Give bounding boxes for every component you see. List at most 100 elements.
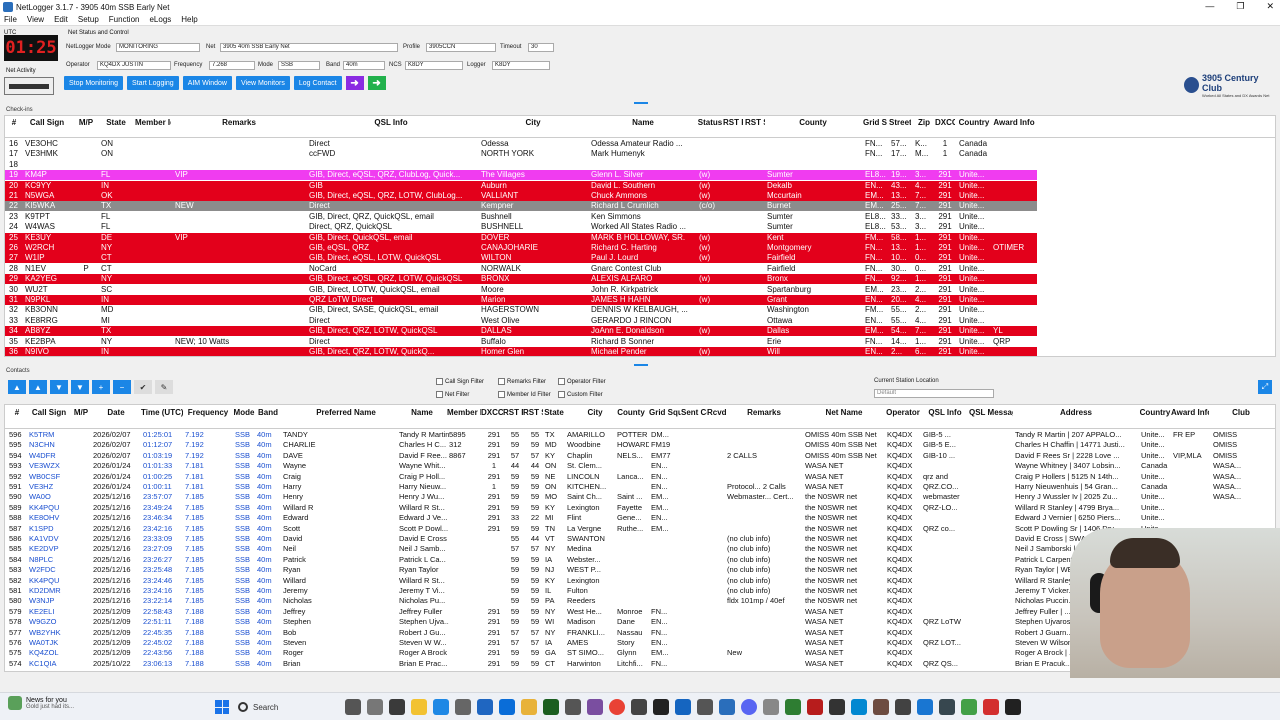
contacts-col-frequency[interactable]: Frequency [183,408,233,417]
remarks-filter[interactable]: Remarks Filter [498,378,546,385]
contact-row[interactable]: 595 N3CHN 2026/02/07 01:12:07 7.192 SSB 40m CHA… [5,440,1275,450]
call-sign-filter[interactable]: Call Sign Filter [436,378,484,385]
checkin-row[interactable]: 20 KC9YY IN GIB Auburn David L. Southern (w) De… [5,180,1037,191]
app-icon-7[interactable] [631,699,647,715]
checkin-row[interactable]: 36 N9IVO IN GIB, Direct, QRZ, LOTW, QuickQ.… [5,347,1037,356]
app-icon-3[interactable] [521,699,537,715]
contact-row[interactable]: 587 K1SPD 2025/12/16 23:42:16 7.185 SSB 40m Sco… [5,524,1275,534]
menu-edit[interactable]: Edit [54,15,68,24]
store-icon[interactable] [455,699,471,715]
mode-select[interactable]: MONITORING [116,43,200,52]
app-icon-14[interactable] [851,699,867,715]
app-icon-15[interactable] [873,699,889,715]
start-logging-button[interactable]: Start Logging [127,76,179,90]
contacts-col-qsl-info[interactable]: QSL Info [921,408,969,417]
contacts-col-preferred-name[interactable]: Preferred Name [281,408,411,417]
file-explorer-icon[interactable] [411,699,427,715]
contacts-col-sent-conf-by[interactable]: Sent Conf By [681,408,707,417]
checkins-col-dxcc[interactable]: DXCC [935,118,955,127]
contacts-col-county[interactable]: County [615,408,647,417]
ncs-field[interactable]: K8DY [405,61,463,70]
menu-setup[interactable]: Setup [78,15,99,24]
operator-field[interactable]: KQ4DX JUSTIN [97,61,171,70]
checkins-col-county[interactable]: County [765,118,861,127]
contact-row[interactable]: 590 WA0O 2025/12/16 23:57:07 7.185 SSB 40m Henr… [5,492,1275,502]
app-icon-17[interactable] [917,699,933,715]
checkins-col-name[interactable]: Name [589,118,697,127]
checkin-row[interactable]: 30 WU2T SC GIB, Direct, LOTW, QuickQSL, ema… [5,285,1037,295]
discord-icon[interactable] [741,699,757,715]
menu-function[interactable]: Function [109,15,140,24]
checkin-row[interactable]: 25 KE3UY DE VIP GIB, Direct, QuickQSL, email… [5,232,1037,243]
checkins-col-remarks[interactable]: Remarks [173,118,305,127]
app-icon-5[interactable] [565,699,581,715]
contact-row[interactable]: 592 WB0CSF 2026/01/24 01:00:25 7.181 SSB 40m Cr… [5,472,1275,482]
edge-icon[interactable] [433,699,449,715]
contacts-col-m-p[interactable]: M/P [71,408,91,417]
checkins-col-col[interactable]: # [7,118,21,127]
contacts-col-member-id[interactable]: Member Id [447,408,481,417]
checkins-col-state[interactable]: State [99,118,133,127]
move-down-icon[interactable]: ▼ [50,380,68,394]
operator-filter[interactable]: Operator Filter [558,378,606,385]
contact-row[interactable]: 594 W4DFR 2026/02/07 01:03:19 7.192 SSB 40m DAV… [5,451,1275,461]
checkin-row[interactable]: 27 W1IP CT GIB, Direct, eQSL, LOTW, QuickQS… [5,253,1037,264]
checkins-col-country[interactable]: Country [957,118,991,127]
app-icon-21[interactable] [1005,699,1021,715]
contacts-col-address[interactable]: Address [1013,408,1139,417]
checkins-col-grid-square[interactable]: Grid Square [863,118,887,127]
app-icon-10[interactable] [697,699,713,715]
contact-row[interactable]: 591 VE3HZ 2026/01/24 01:00:11 7.181 SSB 40m Har… [5,482,1275,492]
move-top-icon[interactable]: ▲ [8,380,26,394]
checkins-col-street[interactable]: Street [889,118,911,127]
upper-splitter-handle[interactable] [634,102,648,104]
checkins-col-m-p[interactable]: M/P [75,118,97,127]
checkin-row[interactable]: 23 K9TPT FL GIB, Direct, QRZ, QuickQSL, ema… [5,212,1037,222]
logger-field[interactable]: K8DY [492,61,550,70]
contacts-col-call-sign[interactable]: Call Sign [27,408,71,417]
checkin-row[interactable]: 18 [5,160,1037,170]
app-icon-13[interactable] [807,699,823,715]
contacts-col-name[interactable]: Name [397,408,447,417]
contacts-col-rst-rcvd[interactable]: RST Rcvd [503,408,523,417]
contacts-col-band[interactable]: Band [255,408,281,417]
news-widget[interactable]: News for you Gold just had its... [8,696,74,710]
menu-file[interactable]: File [4,15,17,24]
checkins-col-member-id[interactable]: Member Id [135,118,171,127]
log-contact-button[interactable]: Log Contact [293,76,342,90]
contacts-col-operator[interactable]: Operator [885,408,921,417]
mode2-select[interactable]: SSB [278,61,320,70]
checkin-row[interactable]: 31 N9PKL IN QRZ LoTW Direct Marion JAMES H HA… [5,295,1037,305]
checkin-row[interactable]: 16 VE3OHC ON Direct Odessa Odessa Amateur Rad… [5,139,1037,149]
contacts-col-grid-square[interactable]: Grid Square [649,408,681,417]
add-icon[interactable]: + [92,380,110,394]
contacts-col-club[interactable]: Club [1211,408,1271,417]
checkin-row[interactable]: 29 KA2YEG NY GIB, Direct, eQSL, QRZ, LOTW, … [5,274,1037,285]
close-icon[interactable]: ✕ [1266,1,1274,12]
terminal-icon[interactable] [389,699,405,715]
checkin-row[interactable]: 17 VE3HMK ON ccFWD NORTH YORK Mark Humenyk FN.… [5,149,1037,159]
checkins-col-qsl-info[interactable]: QSL Info [307,118,475,127]
app-icon-8[interactable] [653,699,669,715]
contacts-col-state[interactable]: State [543,408,565,417]
checkin-row[interactable]: 22 KI5WKA TX NEW Direct Kempner Richard L Crum… [5,201,1037,212]
contacts-col-date[interactable]: Date [91,408,141,417]
checkin-row[interactable]: 34 AB8YZ TX GIB, Direct, QRZ, LOTW, QuickQS… [5,326,1037,337]
net-select[interactable]: 3905 40m SSB Early Net [220,43,398,52]
widgets-icon[interactable] [367,699,383,715]
contact-row[interactable]: 589 KK4PQU 2025/12/16 23:49:24 7.185 SSB 40m Wi… [5,503,1275,513]
remove-icon[interactable]: − [113,380,131,394]
checkins-col-award-info[interactable]: Award Info [991,118,1037,127]
member-id-filter[interactable]: Member Id Filter [498,391,551,398]
expand-icon[interactable]: ⤢ [1258,380,1272,394]
checkin-row[interactable]: 24 W4WAS FL Direct, QRZ, QuickQSL BUSHNELL Wo… [5,222,1037,232]
contacts-col-dxcc[interactable]: DXCC [481,408,503,417]
menu-view[interactable]: View [27,15,44,24]
checkin-row[interactable]: 32 KB3ONN MD GIB, Direct, SASE, QuickQSL, e… [5,305,1037,315]
contacts-col-remarks[interactable]: Remarks [725,408,803,417]
contact-row[interactable]: 593 VE3WZX 2026/01/24 01:01:33 7.181 SSB 40m Wa… [5,461,1275,471]
aim-window-button[interactable]: AIM Window [182,76,232,90]
contacts-col-net-name[interactable]: Net Name [803,408,885,417]
app-icon-4[interactable] [543,699,559,715]
app-icon-20[interactable] [983,699,999,715]
